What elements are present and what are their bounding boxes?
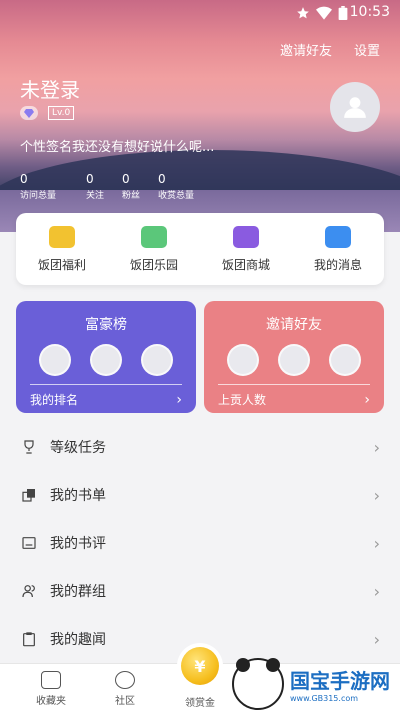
avatar[interactable]: [330, 82, 380, 132]
stat-rewards[interactable]: 0 收赏总量: [158, 172, 194, 201]
tab-community[interactable]: 社区: [88, 664, 162, 711]
gift-icon: [49, 225, 75, 248]
stat-label: 收赏总量: [158, 191, 195, 201]
menu-item-level-tasks[interactable]: 等级任务 ›: [0, 423, 400, 471]
rank-card-footer-label: 上贡人数: [218, 393, 267, 407]
rank-avatar-placeholder: [328, 344, 361, 376]
rank-card-footer: 上贡人数 ›: [204, 385, 384, 408]
site-watermark: 国宝手游网 www.GB315.com: [232, 656, 400, 711]
rank-avatars: [204, 344, 384, 376]
vip-gem-icon[interactable]: [20, 106, 38, 120]
chevron-right-icon: ›: [373, 437, 380, 457]
status-icons: [296, 5, 348, 24]
mail-icon: [325, 225, 351, 248]
rank-avatars: [16, 344, 196, 376]
rich-list-card[interactable]: 富豪榜 我的排名 ›: [16, 301, 196, 413]
user-stats: 0 访问总量 0 关注 0 粉丝 0 收赏总量: [20, 172, 212, 201]
chevron-right-icon: ›: [373, 581, 380, 601]
watermark-text: 国宝手游网 www.GB315.com: [290, 665, 390, 703]
quick-link-park[interactable]: 饭团乐园: [114, 225, 194, 273]
stat-label: 访问总量: [20, 191, 57, 201]
stat-value: 0: [20, 172, 28, 186]
stat-following[interactable]: 0 关注: [86, 172, 104, 201]
stat-label: 粉丝: [122, 191, 141, 201]
status-time: 10:53: [349, 4, 390, 20]
wifi-icon: [316, 5, 332, 24]
menu-item-booklist[interactable]: 我的书单 ›: [0, 471, 400, 519]
rank-avatar-placeholder: [277, 344, 310, 376]
stat-value: 0: [86, 172, 94, 186]
menu-item-label: 我的群组: [50, 584, 106, 600]
review-icon: [20, 534, 38, 552]
favorites-icon: [41, 671, 61, 689]
battery-icon: [338, 5, 348, 24]
stat-value: 0: [158, 172, 166, 186]
menu-item-label: 等级任务: [50, 440, 106, 456]
chevron-right-icon: ›: [373, 533, 380, 553]
quick-link-label: 我的消息: [313, 257, 362, 272]
rank-card-title: 邀请好友: [266, 317, 322, 333]
menu-item-label: 我的书评: [50, 536, 106, 552]
quick-link-messages[interactable]: 我的消息: [298, 225, 378, 273]
invite-friends-link[interactable]: 邀请好友: [280, 40, 332, 59]
rank-card-footer: 我的排名 ›: [16, 385, 196, 408]
username[interactable]: 未登录: [20, 74, 80, 103]
reward-coin-label: 领赏金: [185, 698, 215, 709]
clipboard-icon: [20, 630, 38, 648]
stat-value: 0: [122, 172, 130, 186]
rank-card-footer-label: 我的排名: [30, 393, 79, 407]
chevron-right-icon: ›: [176, 391, 182, 408]
signature-text: 个性签名我还没有想好说什么呢...: [20, 140, 215, 155]
invite-friends-card[interactable]: 邀请好友 上贡人数 ›: [204, 301, 384, 413]
quick-link-label: 饭团商城: [221, 257, 270, 272]
status-bar: 10:53: [0, 0, 400, 26]
stat-label: 关注: [86, 191, 105, 201]
menu-item-reviews[interactable]: 我的书评 ›: [0, 519, 400, 567]
chevron-right-icon: ›: [373, 629, 380, 649]
quick-link-mall[interactable]: 饭团商城: [206, 225, 286, 273]
reward-coin-button[interactable]: ¥: [181, 647, 219, 685]
menu-item-label: 我的趣闻: [50, 632, 106, 648]
group-icon: [20, 582, 38, 600]
tab-label: 收藏夹: [36, 696, 66, 707]
star-icon: [296, 5, 310, 24]
quick-link-label: 饭团乐园: [129, 257, 178, 272]
menu-item-label: 我的书单: [50, 488, 106, 504]
tab-favorites[interactable]: 收藏夹: [14, 664, 88, 711]
chevron-right-icon: ›: [373, 485, 380, 505]
quick-links-card: 饭团福利 饭团乐园 饭团商城 我的消息: [16, 213, 384, 285]
community-icon: [115, 671, 135, 689]
trophy-icon: [20, 438, 38, 456]
stat-visits[interactable]: 0 访问总量: [20, 172, 56, 201]
shopping-bag-icon: [233, 225, 259, 248]
chevron-right-icon: ›: [364, 391, 370, 408]
quick-link-welfare[interactable]: 饭团福利: [22, 225, 102, 273]
menu-item-groups[interactable]: 我的群组 ›: [0, 567, 400, 615]
rank-avatar-placeholder: [140, 344, 173, 376]
tab-label: 社区: [115, 696, 135, 707]
watermark-title: 国宝手游网: [290, 668, 390, 693]
booklist-icon: [20, 486, 38, 504]
profile-menu: 等级任务 › 我的书单 › 我的书评 › 我的群组 › 我的趣闻 ›: [0, 423, 400, 663]
user-silhouette-icon: [344, 97, 366, 118]
level-badge: Lv.0: [48, 106, 75, 120]
top-actions: 邀请好友 设置: [280, 40, 380, 59]
rank-avatar-placeholder: [227, 344, 260, 376]
quick-link-label: 饭团福利: [37, 257, 86, 272]
watermark-url: www.GB315.com: [290, 693, 359, 703]
panda-logo-icon: [232, 657, 284, 710]
user-badges: Lv.0: [20, 106, 75, 120]
game-icon: [141, 225, 167, 248]
settings-link[interactable]: 设置: [354, 40, 380, 59]
rank-avatar-placeholder: [39, 344, 72, 376]
rank-avatar-placeholder: [89, 344, 122, 376]
stat-followers[interactable]: 0 粉丝: [122, 172, 140, 201]
rank-card-title: 富豪榜: [85, 317, 127, 333]
